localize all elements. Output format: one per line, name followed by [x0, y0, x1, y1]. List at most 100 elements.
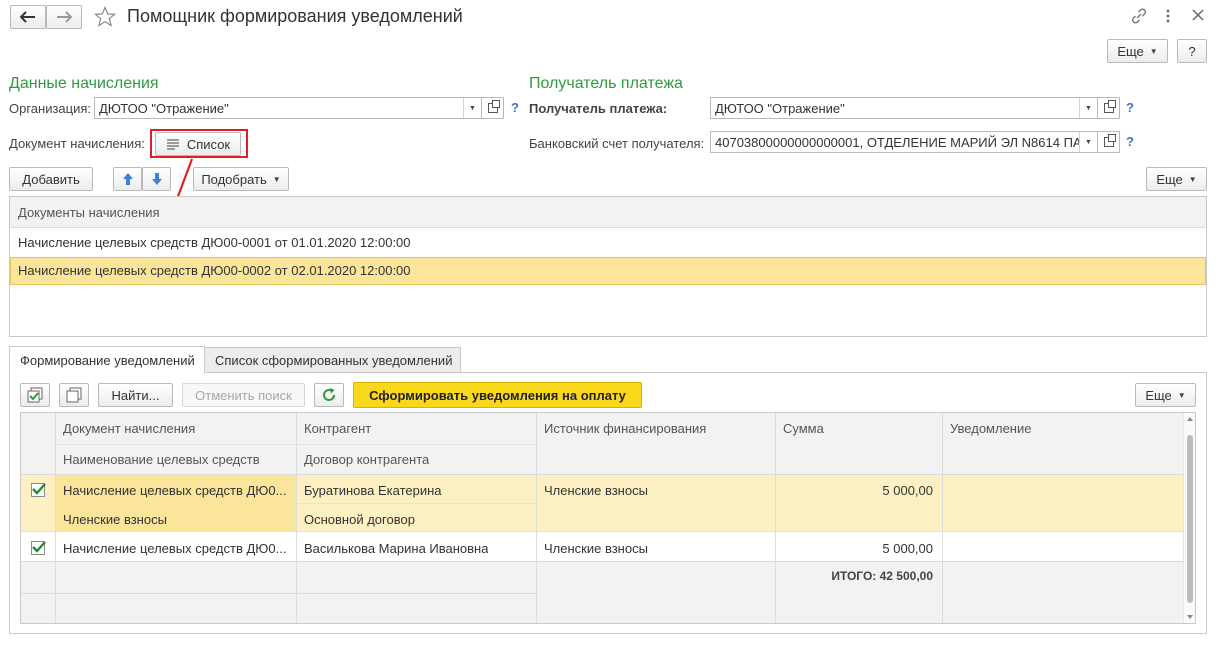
row-checkbox[interactable]: [31, 483, 46, 497]
bank-account-label: Банковский счет получателя:: [529, 136, 705, 151]
recipient-help-icon[interactable]: ?: [1126, 100, 1134, 115]
header-funding-source[interactable]: Источник финансирования: [544, 421, 706, 436]
recipient-field[interactable]: ДЮТОО "Отражение" ▼: [710, 97, 1120, 119]
row-funding-source[interactable]: Членские взносы: [544, 483, 648, 498]
list-item-label: Начисление целевых средств ДЮ00-0001 от …: [18, 235, 411, 250]
docs-more-button[interactable]: Еще ▼: [1146, 167, 1207, 191]
row-divider: [56, 444, 536, 445]
row-divider: [56, 503, 536, 504]
list-icon: [166, 139, 179, 150]
tab-label: Список сформированных уведомлений: [215, 353, 453, 368]
generate-notifications-label: Сформировать уведомления на оплату: [369, 387, 626, 403]
favorite-star-icon[interactable]: [93, 5, 117, 31]
tab-notifications-forming[interactable]: Формирование уведомлений: [9, 346, 205, 373]
chevron-down-icon[interactable]: ▼: [463, 98, 481, 118]
open-button[interactable]: [1097, 132, 1119, 152]
link-icon[interactable]: [1130, 7, 1148, 28]
row-contractor[interactable]: Буратинова Екатерина: [304, 483, 442, 498]
row-divider: [21, 531, 1183, 532]
header-notification[interactable]: Уведомление: [950, 421, 1031, 436]
column-divider: [536, 413, 537, 623]
organization-help-icon[interactable]: ?: [511, 100, 519, 115]
move-up-button[interactable]: [113, 167, 142, 191]
open-form-icon: [1103, 134, 1116, 147]
row-target-funds[interactable]: Членские взносы: [63, 512, 167, 527]
move-down-button[interactable]: [142, 167, 171, 191]
refresh-icon: [323, 388, 336, 401]
uncheck-all-icon: [66, 387, 82, 403]
arrow-up-icon: [122, 173, 133, 185]
header-sum[interactable]: Сумма: [783, 421, 824, 436]
checkmark-icon: [32, 483, 46, 495]
add-button-label: Добавить: [22, 171, 80, 187]
check-all-button[interactable]: [20, 383, 50, 407]
scroll-up-icon[interactable]: [1184, 415, 1196, 423]
row-divider: [21, 593, 536, 594]
row-sum[interactable]: 5 000,00: [783, 541, 933, 556]
open-button[interactable]: [481, 98, 503, 118]
row-contract[interactable]: Основной договор: [304, 512, 415, 527]
more-label: Еще: [1117, 43, 1144, 59]
add-button[interactable]: Добавить: [9, 167, 93, 191]
cancel-search-label: Отменить поиск: [195, 387, 292, 403]
more-menu-icon[interactable]: [1165, 8, 1171, 27]
organization-field[interactable]: ДЮТОО "Отражение" ▼: [94, 97, 504, 119]
column-divider: [775, 413, 776, 623]
table-total: ИТОГО: 42 500,00: [831, 569, 933, 583]
recipient-value: ДЮТОО "Отражение": [715, 100, 845, 116]
tab-label: Формирование уведомлений: [20, 353, 195, 368]
chevron-down-icon[interactable]: ▼: [1079, 132, 1097, 152]
scroll-down-icon[interactable]: [1184, 613, 1196, 621]
arrow-down-icon: [151, 173, 162, 185]
row-sum[interactable]: 5 000,00: [783, 483, 933, 498]
row-document[interactable]: Начисление целевых средств ДЮ0...: [63, 541, 293, 556]
header-document[interactable]: Документ начисления: [63, 421, 195, 436]
header-target-funds[interactable]: Наименование целевых средств: [63, 452, 260, 467]
help-button[interactable]: ?: [1177, 39, 1207, 63]
vertical-scrollbar[interactable]: [1183, 413, 1195, 623]
help-label: ?: [1188, 43, 1196, 59]
forward-button[interactable]: [46, 5, 82, 29]
refresh-button[interactable]: [314, 383, 344, 407]
tab-notifications-list[interactable]: Список сформированных уведомлений: [205, 347, 461, 373]
organization-label: Организация:: [9, 101, 92, 116]
table-more-label: Еще: [1145, 387, 1172, 403]
row-contractor[interactable]: Василькова Марина Ивановна: [304, 541, 488, 556]
documents-header-label: Документы начисления: [18, 205, 160, 220]
open-button[interactable]: [1097, 98, 1119, 118]
find-button[interactable]: Найти...: [98, 383, 173, 407]
uncheck-all-button[interactable]: [59, 383, 89, 407]
header-contractor[interactable]: Контрагент: [304, 421, 371, 436]
select-button[interactable]: Подобрать ▼: [193, 167, 289, 191]
close-icon[interactable]: [1192, 9, 1204, 24]
organization-value: ДЮТОО "Отражение": [99, 100, 229, 116]
generate-notifications-button[interactable]: Сформировать уведомления на оплату: [353, 382, 642, 408]
form-more-button[interactable]: Еще ▼: [1107, 39, 1168, 63]
bank-account-help-icon[interactable]: ?: [1126, 134, 1134, 149]
window-title: Помощник формирования уведомлений: [127, 6, 463, 26]
recipient-section-title: Получатель платежа: [529, 75, 683, 92]
list-item-selected[interactable]: Начисление целевых средств ДЮ00-0002 от …: [10, 257, 1206, 285]
scrollbar-thumb[interactable]: [1187, 435, 1193, 603]
header-contract[interactable]: Договор контрагента: [304, 452, 429, 467]
list-item[interactable]: Начисление целевых средств ДЮ00-0001 от …: [10, 229, 1206, 257]
documents-list-header[interactable]: Документы начисления: [10, 197, 1206, 228]
list-item-label: Начисление целевых средств ДЮ00-0002 от …: [18, 263, 411, 278]
find-button-label: Найти...: [111, 387, 160, 403]
chevron-down-icon[interactable]: ▼: [1079, 98, 1097, 118]
arrow-left-icon: [20, 11, 35, 23]
row-document[interactable]: Начисление целевых средств ДЮ0...: [63, 483, 293, 498]
documents-list: Документы начисления Начисление целевых …: [9, 196, 1207, 337]
open-form-icon: [1103, 100, 1116, 113]
notifications-table: Документ начисления Наименование целевых…: [20, 412, 1196, 624]
document-label: Документ начисления:: [9, 136, 145, 151]
row-checkbox[interactable]: [31, 541, 46, 555]
table-more-button[interactable]: Еще ▼: [1135, 383, 1196, 407]
active-tab-gap: [10, 371, 204, 374]
bank-account-field[interactable]: 40703800000000000001, ОТДЕЛЕНИЕ МАРИЙ ЭЛ…: [710, 131, 1120, 153]
row-funding-source[interactable]: Членские взносы: [544, 541, 648, 556]
cancel-search-button[interactable]: Отменить поиск: [182, 383, 305, 407]
back-button[interactable]: [10, 5, 46, 29]
list-button[interactable]: Список: [155, 132, 241, 156]
list-button-label: Список: [186, 136, 231, 152]
